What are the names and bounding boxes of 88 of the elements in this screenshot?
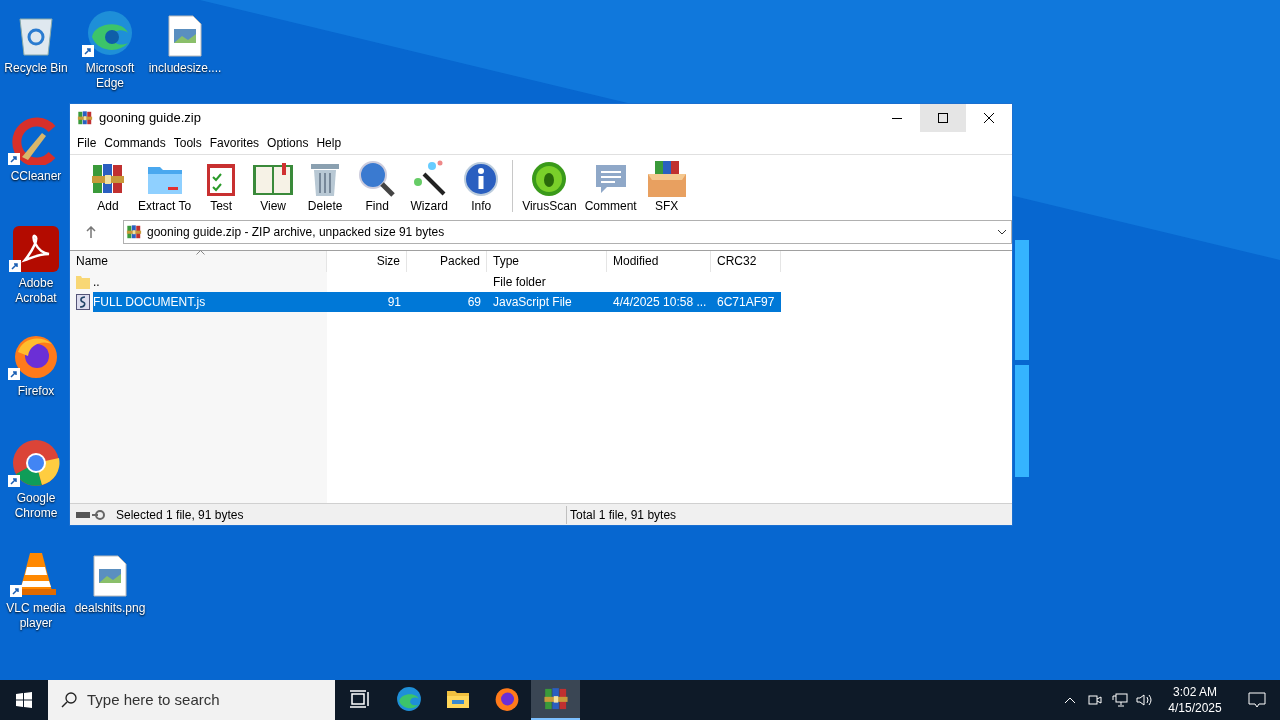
firefox-icon — [493, 686, 520, 712]
notification-icon[interactable] — [1248, 692, 1266, 708]
close-icon — [984, 113, 994, 123]
desktop-icon-label[interactable]: VLC media player — [3, 601, 69, 631]
desktop-icon-label[interactable]: CCleaner — [10, 169, 62, 184]
magnifier-icon — [358, 160, 397, 198]
clock[interactable]: 3:02 AM 4/15/2025 — [1164, 684, 1226, 716]
toolbar-button[interactable]: Find — [351, 160, 404, 214]
column-header[interactable]: Packed — [407, 251, 487, 272]
column-header[interactable]: CRC32 — [711, 251, 781, 272]
menu-item[interactable]: Favorites — [205, 134, 264, 152]
menu-item[interactable]: Options — [263, 134, 313, 152]
toolbar-button[interactable]: VirusScan — [518, 160, 581, 214]
maximize-icon — [938, 113, 948, 123]
table-cell-text: 69 — [467, 294, 481, 311]
folder-icon — [445, 688, 470, 710]
image-file-icon — [93, 555, 127, 597]
minimize-icon — [892, 117, 902, 119]
clipboard-icon — [205, 161, 238, 197]
sort-caret-icon — [196, 250, 205, 255]
up-arrow-icon[interactable] — [86, 226, 96, 238]
image-file-icon — [168, 15, 202, 57]
desktop-icon-label[interactable]: dealshits.png — [74, 601, 146, 616]
toolbar-button[interactable]: Comment — [580, 160, 641, 214]
status-text: Total 1 file, 91 bytes — [570, 506, 677, 524]
menu-item[interactable]: Tools — [169, 134, 206, 152]
file-row[interactable]: .. File folder — [70, 272, 1012, 292]
toolbar-button[interactable]: Info — [455, 160, 508, 214]
toolbar-button[interactable]: Add — [82, 160, 134, 214]
desktop-icon-label[interactable]: Firefox — [17, 384, 55, 399]
toolbar-button[interactable]: Test — [195, 160, 248, 214]
desktop-icon-label[interactable]: Google Chrome — [3, 491, 69, 521]
address-field[interactable]: gooning guide.zip - ZIP archive, unpacked size 91 bytes — [123, 220, 1012, 244]
task-view-icon — [349, 690, 370, 708]
book-icon — [252, 162, 295, 196]
shortcut-arrow-icon — [8, 475, 20, 487]
toolbar-button[interactable]: View — [247, 160, 300, 214]
column-header[interactable]: Name — [70, 251, 327, 272]
windows-start-icon[interactable] — [16, 692, 32, 708]
column-header[interactable]: Modified — [607, 251, 711, 272]
toolbar-button[interactable]: Extract To — [134, 160, 196, 214]
desktop-icon-label[interactable]: Adobe Acrobat — [3, 276, 69, 306]
drive-key-icon — [76, 509, 108, 520]
table-cell-text: JavaScript File — [493, 294, 572, 311]
menu-item[interactable]: File — [73, 134, 101, 152]
network-icon[interactable] — [1112, 693, 1128, 707]
desktop-icon-label[interactable]: includesize.... — [148, 61, 222, 76]
maximize-button[interactable] — [920, 104, 966, 132]
books-icon — [77, 110, 93, 126]
camera-icon[interactable] — [1088, 693, 1102, 707]
table-cell-text: .. — [93, 274, 101, 291]
window-title: gooning guide.zip — [99, 109, 201, 128]
shortcut-arrow-icon — [82, 45, 94, 57]
status-text: Selected 1 file, 91 bytes — [116, 505, 567, 524]
file-row[interactable]: FULL DOCUMENT.js 91 69 JavaScript File 4/4/2025 10:58 ... 6C71AF97 — [70, 292, 1012, 312]
chevron-up-icon[interactable] — [1064, 696, 1076, 704]
bug-scan-icon — [531, 161, 568, 197]
search-icon — [61, 692, 77, 708]
toolbar-button[interactable]: Wizard — [403, 160, 456, 214]
acrobat-icon — [13, 226, 59, 272]
info-icon — [463, 161, 500, 197]
menu-item[interactable]: Commands — [100, 134, 170, 152]
shortcut-arrow-icon — [9, 260, 21, 272]
table-cell-text: File folder — [493, 274, 546, 291]
menu-item[interactable]: Help — [312, 134, 346, 152]
shortcut-arrow-icon — [8, 153, 20, 165]
shortcut-arrow-icon — [8, 368, 20, 380]
books-icon — [542, 686, 569, 712]
books-icon — [126, 224, 142, 240]
toolbar-button[interactable]: SFX — [640, 160, 693, 214]
speaker-icon[interactable] — [1136, 693, 1152, 707]
table-cell-text: 6C71AF97 — [717, 294, 775, 311]
folder-icon — [76, 275, 90, 289]
search-box[interactable]: Type here to search — [48, 680, 335, 720]
script-file-icon — [76, 294, 90, 310]
toolbar-button[interactable]: Delete — [299, 160, 352, 214]
table-cell-text: 91 — [387, 294, 401, 311]
trash-can-icon — [309, 161, 342, 197]
desktop-icon-label[interactable]: Recycle Bin — [4, 61, 68, 76]
chrome-icon — [12, 439, 60, 487]
column-header[interactable]: Size — [327, 251, 407, 272]
table-cell: FULL DOCUMENT.js — [93, 292, 327, 312]
column-header[interactable]: Type — [487, 251, 607, 272]
table-cell-text: 4/4/2025 10:58 ... — [613, 294, 707, 311]
box-icon — [645, 160, 688, 198]
desktop-icon-label[interactable]: Microsoft Edge — [77, 61, 143, 91]
shortcut-arrow-icon — [10, 585, 22, 597]
dropdown-caret-icon — [997, 229, 1007, 235]
